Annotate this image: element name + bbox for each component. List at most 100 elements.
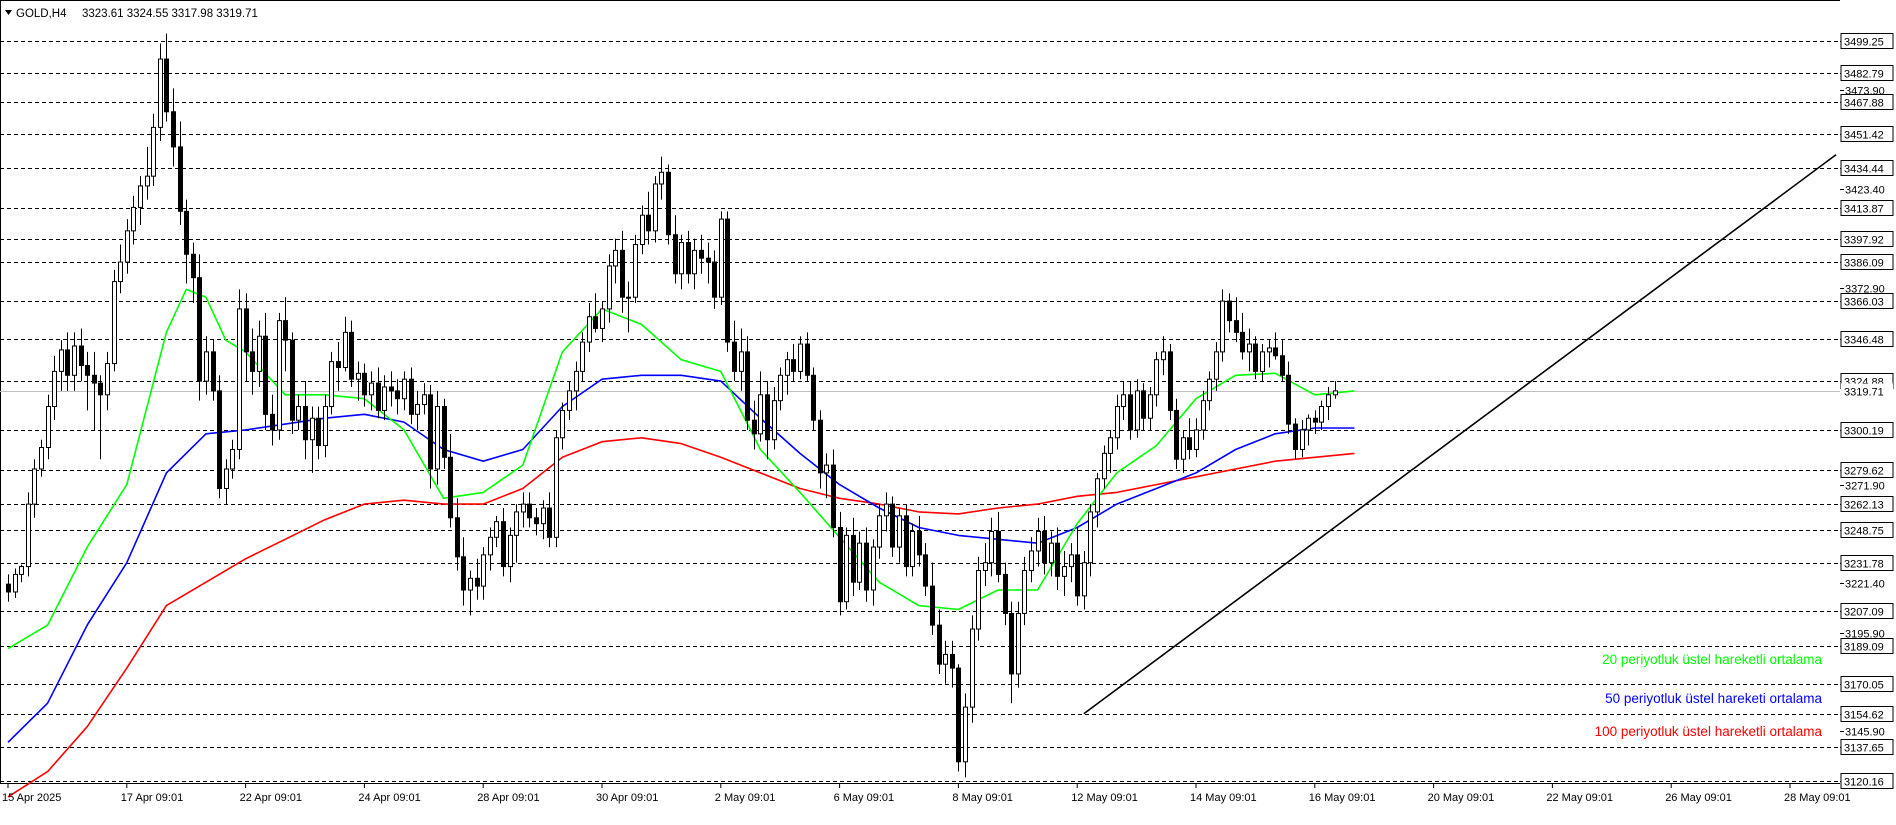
candle-body bbox=[382, 386, 387, 411]
candle-body bbox=[290, 339, 295, 421]
candle-body bbox=[164, 58, 169, 113]
candle-body bbox=[1069, 554, 1074, 568]
candle-body bbox=[560, 409, 565, 439]
candle-body bbox=[461, 556, 466, 591]
candle-body bbox=[1003, 573, 1008, 614]
candle-body bbox=[1062, 566, 1067, 577]
price-axis-tick-label: 3221.40 bbox=[1845, 579, 1885, 591]
candle-body bbox=[541, 507, 546, 525]
candle-body bbox=[659, 171, 664, 185]
candle-body bbox=[1194, 429, 1199, 450]
candle-body bbox=[211, 351, 216, 392]
candle-body bbox=[204, 351, 209, 382]
candle-body bbox=[1121, 394, 1126, 408]
header-ohlc: 3323.61 3324.55 3317.98 3319.71 bbox=[82, 8, 258, 20]
candle-body bbox=[785, 359, 790, 376]
price-level-label: 3137.65 bbox=[1844, 743, 1884, 755]
price-level-label: 3262.13 bbox=[1844, 500, 1884, 512]
grid-layer bbox=[0, 41, 1840, 782]
price-chart[interactable]: 3499.25 3482.79 3467.88 3451.42 3434.44 3413.… bbox=[0, 0, 1896, 820]
candle-body bbox=[376, 382, 381, 411]
candle-body bbox=[983, 562, 988, 571]
candle-body bbox=[6, 583, 11, 593]
price-level-label: 3207.09 bbox=[1844, 607, 1884, 619]
candle-body bbox=[554, 437, 559, 538]
ema20-line bbox=[7, 288, 1355, 650]
candle-body bbox=[1049, 542, 1054, 564]
current-price-label: 3319.71 bbox=[1844, 387, 1884, 399]
candle-body bbox=[943, 653, 948, 665]
legend: 20 periyotluk üstel hareketli ortalama 50… bbox=[1595, 652, 1823, 739]
time-axis-label: 6 May 09:01 bbox=[834, 792, 895, 804]
candle-body bbox=[475, 577, 480, 587]
candle-body bbox=[323, 406, 328, 447]
candle-body bbox=[409, 378, 414, 415]
candle-body bbox=[884, 503, 889, 517]
candle-body bbox=[805, 343, 810, 376]
price-level-label: 3154.62 bbox=[1844, 710, 1884, 722]
candle-body bbox=[1227, 300, 1232, 322]
time-axis-label: 30 Apr 09:01 bbox=[596, 792, 658, 804]
candle-body bbox=[1128, 394, 1133, 431]
candle-body bbox=[890, 503, 895, 548]
chart-root: 3499.25 3482.79 3467.88 3451.42 3434.44 3413.… bbox=[0, 0, 1896, 820]
candle-body bbox=[699, 249, 704, 259]
candle-body bbox=[613, 249, 618, 267]
candle-body bbox=[415, 404, 420, 415]
ema20-series bbox=[7, 288, 1355, 650]
candle-body bbox=[369, 382, 374, 396]
candle-body bbox=[930, 585, 935, 626]
dropdown-arrow-icon[interactable] bbox=[5, 10, 12, 15]
candle-body bbox=[138, 185, 143, 208]
candle-body bbox=[527, 503, 532, 519]
candle-body bbox=[937, 624, 942, 665]
candle-body bbox=[1075, 554, 1080, 597]
candle-body bbox=[468, 577, 473, 591]
candle-body bbox=[455, 517, 460, 558]
candle-body bbox=[151, 126, 156, 177]
price-level-label: 3413.87 bbox=[1844, 204, 1884, 216]
candle-body bbox=[1286, 374, 1291, 425]
candle-body bbox=[976, 569, 981, 630]
candle-body bbox=[1016, 612, 1021, 675]
candle-body bbox=[1187, 437, 1192, 450]
time-axis-label: 8 May 09:01 bbox=[952, 792, 1013, 804]
candle-body bbox=[362, 372, 367, 396]
candle-body bbox=[508, 534, 513, 568]
candle-body bbox=[904, 515, 909, 568]
candle-body bbox=[65, 349, 70, 376]
candle-body bbox=[626, 296, 631, 299]
candle-body bbox=[237, 308, 242, 450]
candle-body bbox=[1161, 351, 1166, 361]
price-level-label: 3189.09 bbox=[1844, 642, 1884, 654]
candle-body bbox=[1260, 351, 1265, 372]
candle-body bbox=[633, 244, 638, 298]
candle-body bbox=[263, 335, 268, 415]
candle-body bbox=[593, 316, 598, 329]
candle-body bbox=[679, 242, 684, 275]
candle-body bbox=[950, 653, 955, 669]
price-axis-tick-label: 3145.90 bbox=[1845, 727, 1885, 739]
candle-body bbox=[283, 320, 288, 341]
candle-body bbox=[534, 517, 539, 525]
candle-body bbox=[310, 417, 315, 441]
candle-body bbox=[798, 343, 803, 372]
candle-body bbox=[270, 413, 275, 431]
candle-body bbox=[838, 527, 843, 603]
candle-body bbox=[72, 345, 77, 376]
candle-body bbox=[217, 390, 222, 490]
time-axis-label: 26 May 09:01 bbox=[1665, 792, 1732, 804]
candle-body bbox=[494, 521, 499, 538]
candle-body bbox=[1326, 394, 1331, 408]
price-level-label: 3397.92 bbox=[1844, 235, 1884, 247]
candle-body bbox=[752, 419, 757, 435]
candle-body bbox=[1148, 394, 1153, 419]
candle-body bbox=[970, 628, 975, 708]
candle-body bbox=[356, 372, 361, 380]
candle-body bbox=[191, 253, 196, 279]
price-level-label: 3467.88 bbox=[1844, 98, 1884, 110]
price-axis-tick-label: 3271.90 bbox=[1845, 481, 1885, 493]
candle-body bbox=[230, 448, 235, 470]
price-axis-tick-label: 3195.90 bbox=[1845, 629, 1885, 641]
candle-body bbox=[587, 316, 592, 343]
